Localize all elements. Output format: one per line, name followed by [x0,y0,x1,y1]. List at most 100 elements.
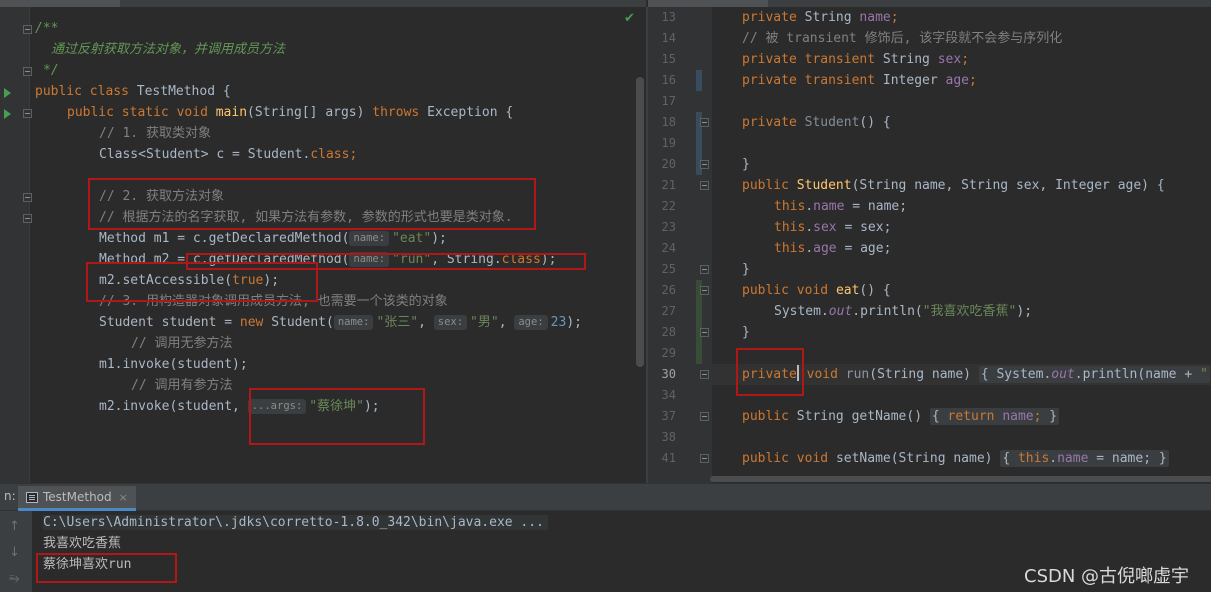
right-editor-hscrollbar[interactable] [710,476,1211,482]
line-number: 38 [661,430,676,444]
line-number: 41 [661,451,676,465]
code-line: 通过反射获取方法对象，并调用成员方法 [51,42,286,57]
code-line: Method m1 = c.getDeclaredMethod(name: "ea… [99,231,447,246]
code-line: /** [35,21,59,36]
highlight-box [736,348,804,396]
code-line: public void setName(String name) { this.… [742,450,1169,467]
run-tab-bar: n: TestMethod × [0,484,1211,511]
line-number: 28 [661,325,676,339]
line-number: 27 [661,304,676,318]
folded-block[interactable]: { return name; } [929,408,1060,425]
line-number: 18 [661,115,676,129]
code-line: private String name; [742,10,899,25]
run-tab-testmethod[interactable]: TestMethod × [18,486,136,511]
run-side-toolbar: ↑ ↓ ⥱ [0,511,32,592]
fold-icon[interactable] [700,286,709,295]
line-number: 24 [661,241,676,255]
code-line: */ [43,63,59,78]
line-number: 23 [661,220,676,234]
code-line: m1.invoke(student); [99,357,248,372]
code-line: Student student = new Student(name: "张三",… [99,315,582,330]
param-hint: name: [333,315,374,330]
line-number: 13 [661,10,676,24]
fold-icon[interactable] [23,214,32,223]
code-line: public class TestMethod { [35,84,231,99]
code-line: // 被 transient 修饰后, 该字段就不会参与序列化 [742,31,1063,46]
inspection-ok-icon: ✔ [624,11,635,26]
fold-icon[interactable] [700,328,709,337]
code-line: this.name = name; [774,199,908,214]
fold-icon[interactable] [700,454,709,463]
code-line: public Student(String name, String sex, … [742,178,1165,193]
fold-icon[interactable] [700,181,709,190]
fold-icon[interactable] [23,109,32,118]
run-tab-title: TestMethod [43,490,112,504]
code-line: Class<Student> c = Student.class; [99,147,358,162]
right-editor-tab[interactable] [648,0,768,7]
line-number: 15 [661,52,676,66]
param-hint: age: [514,315,548,330]
highlight-box [88,178,536,230]
line-number: 30 [661,367,676,381]
highlight-box [36,553,177,583]
left-gutter [0,7,32,483]
fold-icon[interactable] [700,370,709,379]
console-output-line: 我喜欢吃香蕉 [43,536,122,551]
code-line: } [742,262,750,277]
fold-icon[interactable] [23,67,32,76]
line-number: 14 [661,31,676,45]
code-line: private void run(String name) { System.o… [742,365,1210,383]
vcs-change-marker[interactable] [696,70,702,91]
close-icon[interactable]: × [119,491,128,504]
code-line: public String getName() { return name; } [742,408,1060,425]
right-gutter: 13 14 15 16 17 18 19 20 21 22 23 24 25 2… [648,7,712,483]
watermark: CSDN @古倪啷虚宇 [1024,566,1190,587]
fold-icon[interactable] [700,265,709,274]
run-tool-window: n: TestMethod × ↑ ↓ ⥱ C:\Users\Administr… [0,483,1211,592]
soft-wrap-icon[interactable]: ⥱ [9,571,19,586]
right-editor-student[interactable]: 13 14 15 16 17 18 19 20 21 22 23 24 25 2… [646,7,1211,483]
folded-block[interactable]: { this.name = name; } [1000,450,1169,467]
fold-icon[interactable] [23,193,32,202]
line-number: 25 [661,262,676,276]
code-line: // 1. 获取类对象 [99,126,211,141]
line-number: 21 [661,178,676,192]
fold-icon[interactable] [23,25,32,34]
code-line: public void eat() { [742,283,891,298]
line-number: 26 [661,283,676,297]
highlight-box [249,388,425,445]
code-line: public static void main(String[] args) t… [67,105,514,120]
line-number: 20 [661,157,676,171]
code-line: this.age = age; [774,241,892,256]
code-line: System.out.println("我喜欢吃香蕉"); [774,304,1033,319]
left-editor-tab[interactable] [0,0,120,7]
param-hint: name: [349,231,390,246]
fold-icon[interactable] [700,412,709,421]
folded-block[interactable]: { System.out.println(name + " [978,366,1210,383]
left-editor-scrollbar[interactable] [636,77,644,367]
left-editor-testmethod[interactable]: ✔ /** 通过反射获取方法对象，并调用成员方法 */ public class… [0,7,646,483]
line-number: 29 [661,346,676,360]
run-class-icon[interactable] [4,88,11,98]
code-line: private transient String sex; [742,52,970,67]
line-number: 17 [661,94,676,108]
console-command-line: C:\Users\Administrator\.jdks\corretto-1.… [43,513,548,533]
param-hint: sex: [433,315,468,330]
run-main-icon[interactable] [4,109,11,119]
arrow-down-icon[interactable]: ↓ [9,545,20,560]
code-line: } [742,325,750,340]
code-line: this.sex = sex; [774,220,892,235]
code-line: } [742,157,750,172]
line-number: 16 [661,73,676,87]
arrow-up-icon[interactable]: ↑ [9,519,20,534]
fold-icon[interactable] [700,160,709,169]
code-line: // 调用有参方法 [131,378,233,393]
highlight-box [86,262,318,302]
line-number: 19 [661,136,676,150]
line-number: 34 [661,388,676,402]
editor-tab-strip [0,0,1211,7]
code-line: // 调用无参方法 [131,336,233,351]
line-number: 37 [661,409,676,423]
console-icon [26,491,38,503]
fold-icon[interactable] [700,118,709,127]
